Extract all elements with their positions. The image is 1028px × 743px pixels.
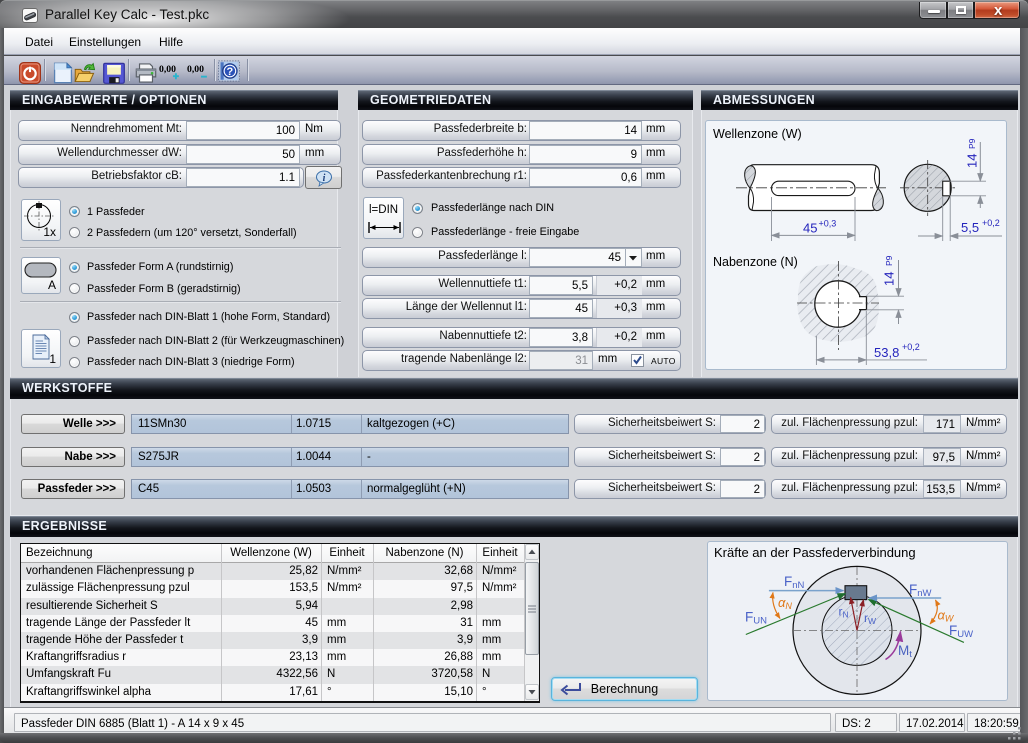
svg-text:45: 45: [803, 221, 817, 236]
svg-text:14: 14: [965, 154, 980, 168]
svg-text:P9: P9: [967, 138, 977, 149]
svg-text:FnW: FnW: [909, 582, 932, 599]
svg-text:i: i: [323, 173, 326, 184]
svg-text:FUW: FUW: [949, 623, 973, 640]
svg-text:αW: αW: [938, 608, 955, 624]
svg-text:FnN: FnN: [784, 574, 805, 591]
svg-text:+0,2: +0,2: [902, 342, 920, 352]
svg-text:14: 14: [882, 272, 897, 286]
svg-text:Kräfte an der Passfederverbind: Kräfte an der Passfederverbindung: [714, 545, 916, 560]
svg-text:αN: αN: [778, 595, 792, 611]
svg-text:Wellenzone (W): Wellenzone (W): [713, 127, 802, 141]
svg-text:0,00: 0,00: [159, 64, 176, 75]
svg-text:0,00: 0,00: [187, 64, 204, 75]
svg-text:5,5: 5,5: [961, 220, 979, 235]
svg-text:Nabenzone (N): Nabenzone (N): [713, 255, 798, 269]
svg-text:?: ?: [227, 66, 234, 78]
svg-text:P9: P9: [884, 255, 894, 266]
svg-text:+0,2: +0,2: [982, 218, 1000, 228]
svg-text:FUN: FUN: [745, 610, 767, 627]
svg-text:53,8: 53,8: [874, 345, 899, 360]
svg-text:+0,3: +0,3: [819, 219, 837, 229]
